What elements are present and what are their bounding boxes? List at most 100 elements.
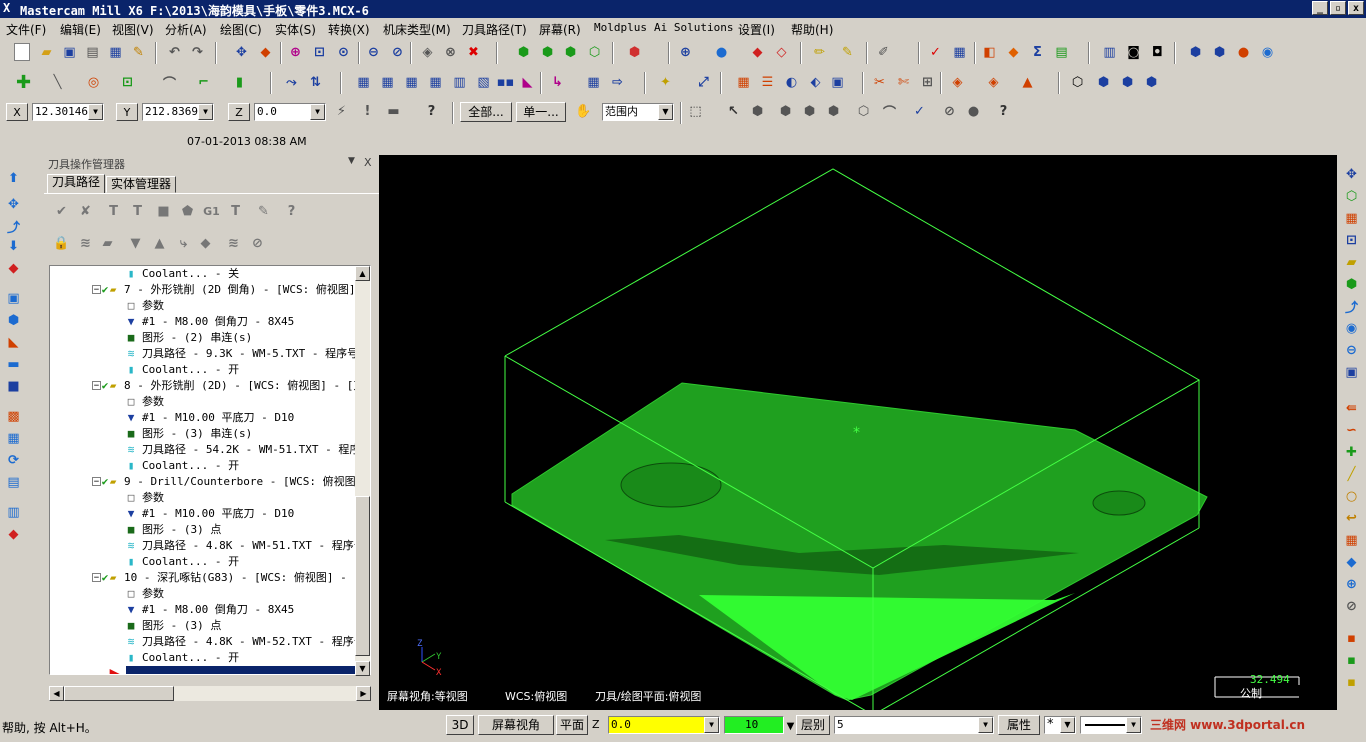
tool6-icon[interactable]: ▲ (1018, 73, 1037, 92)
lock-icon[interactable]: 🔒 (52, 234, 71, 253)
dim5-icon[interactable]: ▥ (450, 73, 469, 92)
r-folder-icon[interactable]: ▰ (1342, 253, 1361, 272)
shape2-icon[interactable]: ⬢ (776, 102, 795, 121)
attribute-icon[interactable]: ✎ (838, 43, 857, 62)
tool5-icon[interactable]: ◈ (984, 73, 1003, 92)
levels-manager-icon[interactable]: ▦ (950, 43, 969, 62)
scroll-thumb[interactable] (355, 496, 370, 656)
move-up-icon[interactable]: ▲ (150, 234, 169, 253)
dim7-icon[interactable]: ▪▪ (496, 73, 515, 92)
backplot-icon[interactable]: ◆ (1004, 43, 1023, 62)
select-icon[interactable]: ✋ (574, 102, 593, 121)
move-down-icon[interactable]: ▼ (126, 234, 145, 253)
menu-edit[interactable]: 编辑(E) (60, 21, 101, 38)
arrow-right-icon[interactable]: ⇨ (608, 73, 627, 92)
r-pan-icon[interactable]: ✥ (1342, 165, 1361, 184)
solid4-icon[interactable]: ⬢ (1142, 73, 1161, 92)
hide-icon[interactable]: ⊗ (441, 43, 460, 62)
r-fillet-icon[interactable]: ↩ (1342, 509, 1361, 528)
wedge-icon[interactable]: ◣ (4, 333, 23, 352)
r-grid-icon[interactable]: ▦ (1342, 209, 1361, 228)
point-icon[interactable]: ✚ (14, 72, 33, 93)
graphics-viewport[interactable]: * Z Y X 屏幕视角:等视图 WCS:俯视图 刀具/绘图平面:俯视图 32.… (379, 155, 1337, 710)
line-style-field[interactable]: ▼ (1080, 716, 1142, 734)
close-button[interactable]: x (1348, 1, 1364, 15)
attributes-button[interactable]: 属性 (998, 715, 1040, 735)
link-icon[interactable]: ⤢ (694, 73, 713, 92)
pin-icon[interactable]: ▼ (348, 156, 355, 166)
shape1-icon[interactable]: ⬢ (748, 102, 767, 121)
r-tool3-icon[interactable]: ▪ (1342, 673, 1361, 692)
menu-toolpaths[interactable]: 刀具路径(T) (462, 21, 527, 38)
stock-model-icon[interactable]: ⬢ (1210, 43, 1229, 62)
hscroll-thumb[interactable] (64, 686, 174, 701)
record-icon[interactable]: ◘ (1148, 43, 1167, 62)
dim8-icon[interactable]: ◣ (518, 73, 537, 92)
scroll-left-icon[interactable]: ◀ (49, 686, 64, 701)
r-arrow-icon[interactable]: ⇚ (1342, 399, 1361, 418)
scroll-down-icon[interactable]: ▼ (355, 661, 370, 676)
tab-toolpaths[interactable]: 刀具路径 (47, 174, 106, 193)
level-icon[interactable]: ✏ (810, 43, 829, 62)
circle-select-icon[interactable]: ● (964, 102, 983, 121)
toggle-display-icon[interactable]: ≋ (76, 234, 95, 253)
solid-box-icon[interactable]: ■ (4, 377, 23, 396)
menu-view[interactable]: 视图(V) (112, 21, 154, 38)
sketch-icon[interactable]: ↳ (548, 73, 567, 92)
menu-file[interactable]: 文件(F) (6, 21, 46, 38)
solid3-icon[interactable]: ⬢ (1118, 73, 1137, 92)
insert-arrow-icon[interactable]: ▶ (108, 666, 122, 674)
spline-icon[interactable]: ⌒ (160, 73, 179, 92)
globe-icon[interactable]: ◉ (1258, 43, 1277, 62)
r-solid-icon[interactable]: ◆ (1342, 553, 1361, 572)
unzoom-icon[interactable]: ⊖ (364, 43, 383, 62)
bar-icon[interactable]: ▬ (4, 355, 23, 374)
sum-icon[interactable]: Σ (1028, 43, 1047, 62)
menu-settings[interactable]: 设置(I) (738, 21, 775, 38)
y-coordinate-field[interactable]: 212.8369: ▼ (142, 103, 214, 121)
pan-icon[interactable]: ✥ (232, 43, 251, 62)
toggle-post-icon[interactable]: ▰ (98, 234, 117, 253)
z-coordinate-field[interactable]: 0.0 ▼ (254, 103, 326, 121)
display-toolpath-icon[interactable]: ≋ (224, 234, 243, 253)
boolean-icon[interactable]: ◆ (4, 525, 23, 544)
wcs-view-icon[interactable]: ⬢ (625, 43, 644, 62)
dim4-icon[interactable]: ▦ (426, 73, 445, 92)
stock-icon[interactable]: ⬢ (1186, 43, 1205, 62)
dim-icon[interactable]: ▦ (354, 73, 373, 92)
cylinder-icon[interactable]: ▮ (230, 73, 249, 92)
z-depth-field[interactable]: 0.0 ▼ (608, 716, 720, 734)
save-icon[interactable]: ▣ (60, 43, 79, 62)
fast-point-icon[interactable]: ⚡ (332, 102, 351, 121)
insert-position-row[interactable] (126, 666, 356, 674)
scroll-right-icon[interactable]: ▶ (356, 686, 371, 701)
circle-icon[interactable]: ◎ (84, 73, 103, 92)
xform-translate-icon[interactable]: ⤳ (282, 73, 301, 92)
r-arc-icon[interactable]: ⤴ (1342, 297, 1361, 316)
layer-icon[interactable]: ▩ (4, 407, 23, 426)
x-lock-button[interactable]: X (6, 103, 28, 121)
zoom-target-icon[interactable]: ⊡ (310, 43, 329, 62)
scroll-icon[interactable]: ◆ (196, 234, 215, 253)
3d-toggle-button[interactable]: 3D (446, 715, 474, 735)
r-cube-icon[interactable]: ⬢ (1342, 275, 1361, 294)
r-save-icon[interactable]: ▣ (1342, 363, 1361, 382)
insert-arrow-icon[interactable]: ⤷ (174, 234, 193, 253)
analyze-icon[interactable]: ✐ (874, 43, 893, 62)
menu-screen[interactable]: 屏幕(R) (539, 21, 581, 38)
plane-button[interactable]: 平面 (556, 715, 588, 735)
screen-view-button[interactable]: 屏幕视角 (478, 715, 554, 735)
r-circle-icon[interactable]: ○ (1342, 487, 1361, 506)
r-iso-icon[interactable]: ⬡ (1342, 187, 1361, 206)
r-globe-icon[interactable]: ⊕ (1342, 575, 1361, 594)
ops-help-icon[interactable]: ? (282, 202, 301, 221)
menu-help[interactable]: 帮助(H) (791, 21, 833, 38)
solid-outline-icon[interactable]: ◇ (772, 43, 791, 62)
zoom-in-icon[interactable]: ⊙ (334, 43, 353, 62)
backplot-ops-icon[interactable]: ■ (154, 202, 173, 221)
line-icon[interactable]: ╲ (48, 73, 67, 92)
r-plus-icon[interactable]: ✚ (1342, 443, 1361, 462)
window-select-icon[interactable]: ⬚ (686, 102, 705, 121)
iso-view-icon[interactable]: ⬢ (514, 43, 533, 62)
r-zoom-out-icon[interactable]: ⊖ (1342, 341, 1361, 360)
